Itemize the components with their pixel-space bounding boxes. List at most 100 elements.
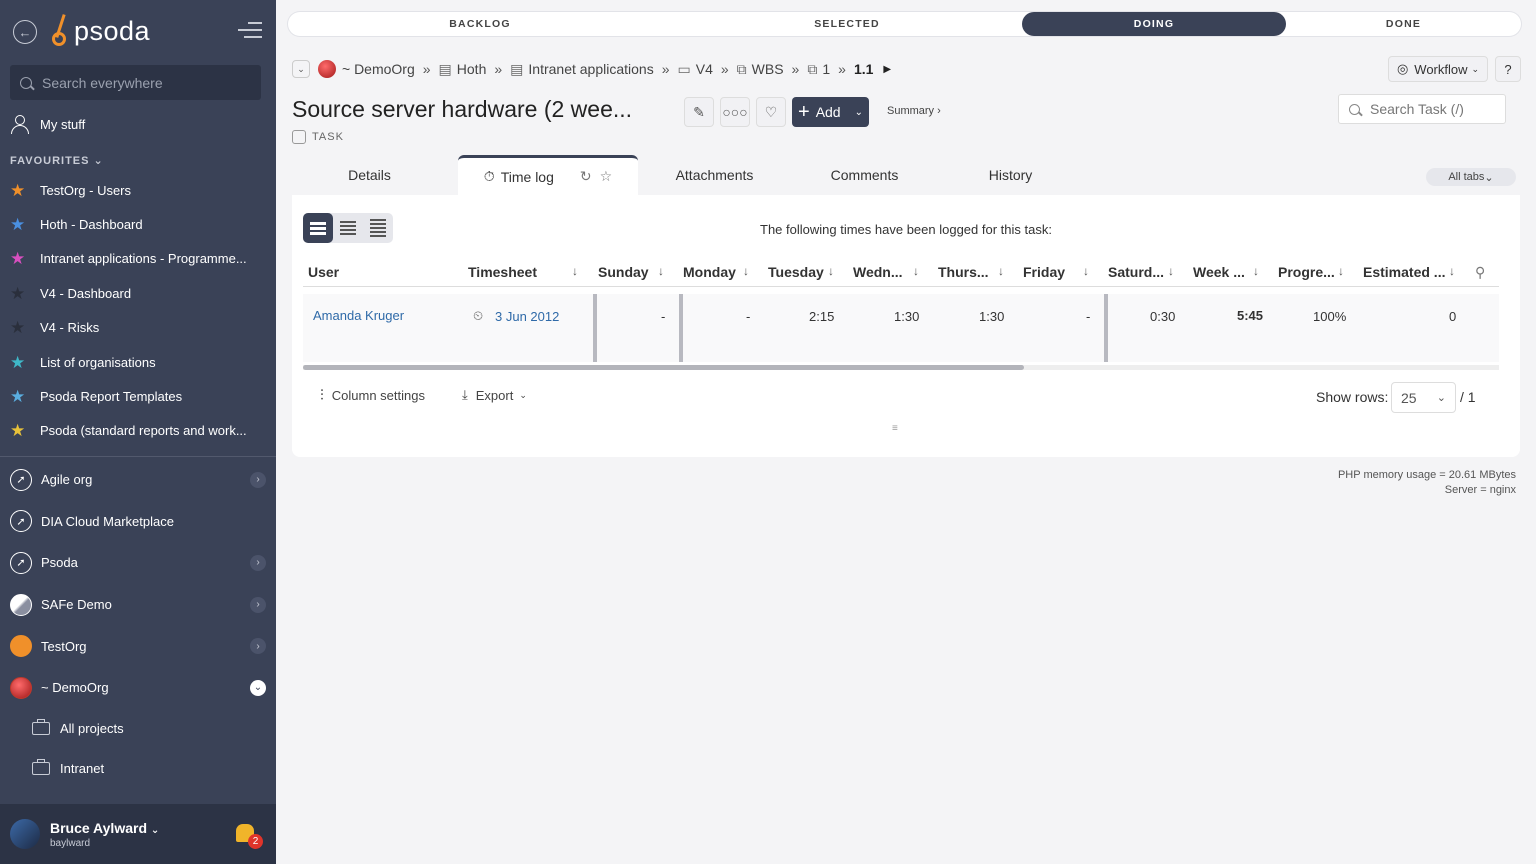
star-icon: ★: [10, 421, 26, 441]
column-header-thursday[interactable]: Thurs... ↓: [938, 264, 1004, 280]
sort-icon[interactable]: ↓: [1338, 264, 1344, 278]
sort-icon[interactable]: ↓: [658, 264, 664, 278]
favourite-item[interactable]: ★ Intranet applications - Programme...: [10, 242, 270, 276]
step-selected[interactable]: SELECTED: [672, 12, 1022, 36]
sliders-icon: ⫶: [320, 387, 324, 404]
org-item-safe[interactable]: SAFe Demo ›: [0, 584, 276, 626]
page-total: / 1: [1460, 389, 1476, 405]
breadcrumb-dropdown-icon[interactable]: ⌄: [292, 60, 310, 78]
chevron-right-icon[interactable]: ›: [250, 638, 266, 655]
favourite-item[interactable]: ★ TestOrg - Users: [10, 173, 270, 207]
sort-icon[interactable]: ↓: [1168, 264, 1174, 278]
sort-icon[interactable]: ↓: [1253, 264, 1259, 278]
breadcrumb-item[interactable]: V4: [696, 61, 713, 77]
rows-per-page-select[interactable]: 25 ⌄: [1391, 382, 1456, 413]
tab-attachments[interactable]: Attachments: [642, 155, 787, 195]
org-item-psoda[interactable]: ➚ Psoda ›: [0, 542, 276, 584]
sidebar: ← psoda Search everywhere My stuff FAVOU…: [0, 0, 276, 864]
column-header-progress[interactable]: Progre... ↓: [1278, 264, 1344, 280]
favourite-item[interactable]: ★ List of organisations: [10, 345, 270, 379]
tab-details[interactable]: Details: [292, 155, 447, 195]
tag-button[interactable]: ♡: [756, 97, 786, 127]
step-backlog[interactable]: BACKLOG: [288, 12, 672, 36]
global-search-input[interactable]: Search everywhere: [10, 65, 261, 100]
org-item-dia[interactable]: ➚ DIA Cloud Marketplace: [0, 501, 276, 543]
breadcrumb-separator: »: [661, 61, 670, 77]
column-header-week[interactable]: Week ... ↓: [1193, 264, 1259, 280]
sort-icon[interactable]: ↓: [1083, 264, 1089, 278]
breadcrumb-item[interactable]: 1: [822, 61, 830, 77]
refresh-icon[interactable]: ↻: [580, 168, 592, 185]
column-header-sunday[interactable]: Sunday ↓: [598, 264, 664, 280]
sidebar-item-all-projects[interactable]: All projects: [0, 709, 276, 749]
add-button[interactable]: + Add ⌄: [792, 97, 869, 127]
chevron-right-icon[interactable]: ›: [250, 471, 266, 488]
chevron-right-icon[interactable]: ›: [250, 554, 266, 571]
chevron-right-icon[interactable]: ›: [250, 596, 266, 613]
favourite-item[interactable]: ★ V4 - Risks: [10, 311, 270, 345]
time-log-panel: The following times have been logged for…: [292, 195, 1520, 457]
menu-toggle-icon[interactable]: [238, 22, 262, 40]
user-menu[interactable]: Bruce Aylward ⌄ baylward 2: [0, 804, 276, 864]
column-header-saturday[interactable]: Saturd... ↓: [1108, 264, 1174, 280]
tab-comments[interactable]: Comments: [797, 155, 932, 195]
org-logo-icon: [318, 60, 336, 78]
breadcrumb-item[interactable]: WBS: [752, 61, 784, 77]
help-button[interactable]: ?: [1495, 56, 1521, 82]
programme-icon: ▤: [510, 60, 524, 77]
edit-button[interactable]: ✎: [684, 97, 714, 127]
column-header-friday[interactable]: Friday ↓: [1023, 264, 1089, 280]
favourites-heading[interactable]: FAVOURITES ⌄: [10, 154, 104, 167]
tab-time-log[interactable]: ⏱ Time log ↻ ☆: [458, 155, 638, 195]
sort-icon[interactable]: ↓: [913, 264, 919, 278]
summary-link[interactable]: Summary ›: [887, 105, 941, 117]
project-icon: ▭: [677, 60, 691, 77]
sort-icon[interactable]: ↓: [828, 264, 834, 278]
breadcrumb-item[interactable]: Hoth: [457, 61, 487, 77]
sort-icon[interactable]: ↓: [743, 264, 749, 278]
scrollbar-thumb[interactable]: [303, 365, 1024, 370]
workflow-button[interactable]: ◎ Workflow ⌄: [1388, 56, 1488, 82]
column-header-tuesday[interactable]: Tuesday ↓: [768, 264, 834, 280]
horizontal-scrollbar[interactable]: [303, 365, 1499, 370]
row-timesheet-link[interactable]: 3 Jun 2012: [495, 309, 559, 324]
back-icon[interactable]: ←: [13, 20, 37, 44]
org-item-agile[interactable]: ➚ Agile org ›: [0, 459, 276, 501]
favourite-item[interactable]: ★ Hoth - Dashboard: [10, 207, 270, 241]
briefcase-icon: [32, 759, 50, 776]
favourite-item[interactable]: ★ Psoda (standard reports and work...: [10, 414, 270, 448]
row-user-link[interactable]: Amanda Kruger: [313, 308, 404, 323]
sort-icon[interactable]: ↓: [572, 264, 578, 278]
breadcrumb-item[interactable]: ~ DemoOrg: [342, 61, 415, 77]
breadcrumb-item[interactable]: Intranet applications: [528, 61, 653, 77]
org-item-testorg[interactable]: TestOrg ›: [0, 625, 276, 667]
column-settings-button[interactable]: ⫶ Column settings: [320, 387, 425, 404]
column-header-timesheet[interactable]: Timesheet ↓: [468, 264, 578, 280]
sort-icon[interactable]: ↓: [998, 264, 1004, 278]
more-button[interactable]: ○○○: [720, 97, 750, 127]
sidebar-item-intranet[interactable]: Intranet: [0, 749, 276, 789]
column-header-monday[interactable]: Monday ↓: [683, 264, 749, 280]
sort-icon[interactable]: ↓: [1449, 264, 1455, 278]
resize-handle-icon[interactable]: ≡: [892, 423, 898, 434]
my-stuff-link[interactable]: My stuff: [10, 114, 85, 134]
workflow-steps: BACKLOG SELECTED DOING DONE: [288, 12, 1521, 36]
task-search-input[interactable]: Search Task (/): [1338, 94, 1506, 124]
attachment-icon[interactable]: ⚲: [1475, 264, 1485, 281]
chevron-down-icon[interactable]: ⌄: [250, 679, 266, 696]
step-doing[interactable]: DOING: [1022, 12, 1286, 36]
table-row[interactable]: Amanda Kruger ⏲ 3 Jun 2012 - - 2:15 1:30…: [303, 294, 1499, 362]
step-done[interactable]: DONE: [1286, 12, 1521, 36]
export-button[interactable]: ⤓ Export ⌄: [462, 387, 527, 403]
favourite-item[interactable]: ★ Psoda Report Templates: [10, 379, 270, 413]
favourite-item[interactable]: ★ V4 - Dashboard: [10, 276, 270, 310]
column-header-wednesday[interactable]: Wedn... ↓: [853, 264, 919, 280]
caret-right-icon[interactable]: ▶: [883, 64, 891, 75]
column-header-estimated[interactable]: Estimated ... ↓: [1363, 264, 1455, 280]
all-tabs-dropdown[interactable]: All tabs ⌄: [1426, 168, 1516, 186]
star-outline-icon[interactable]: ☆: [600, 168, 613, 185]
psoda-logo[interactable]: psoda: [50, 14, 150, 48]
tab-history[interactable]: History: [952, 155, 1069, 195]
column-header-user[interactable]: User: [308, 264, 339, 280]
org-item-demoorg[interactable]: ~ DemoOrg ⌄: [0, 667, 276, 709]
